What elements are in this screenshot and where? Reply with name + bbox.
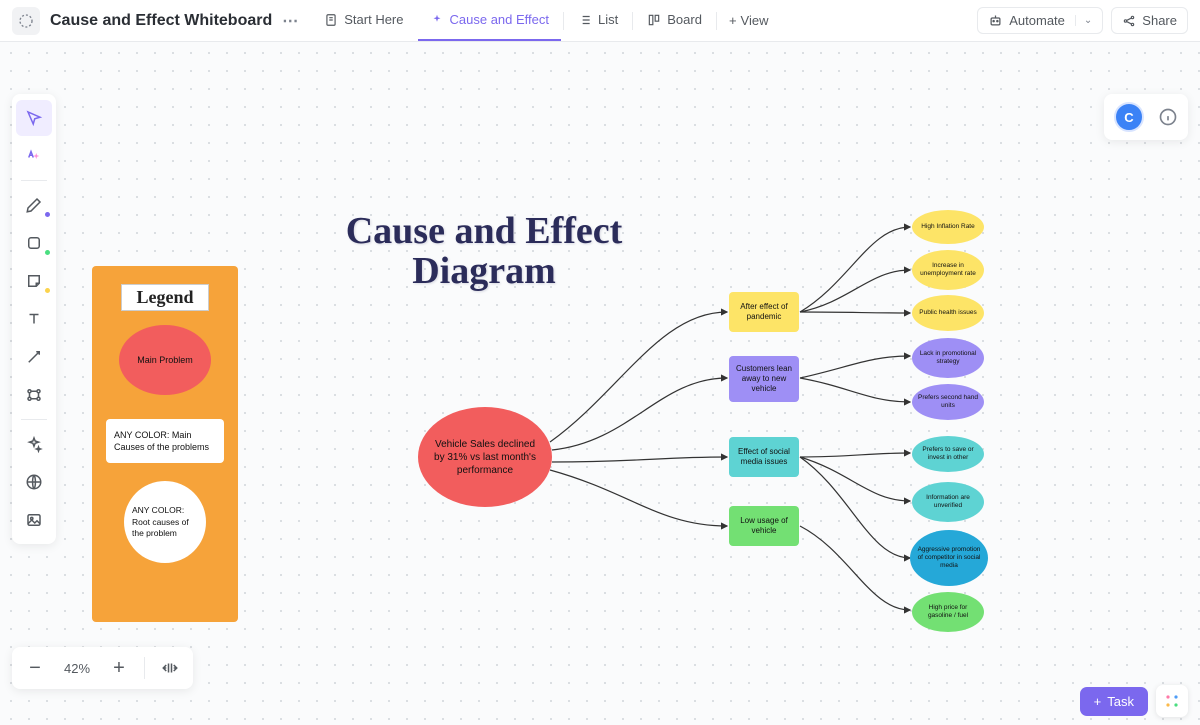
automate-label: Automate — [1009, 13, 1065, 28]
root-node[interactable]: Public health issues — [912, 295, 984, 331]
share-button[interactable]: Share — [1111, 7, 1188, 34]
task-button[interactable]: + Task — [1080, 687, 1148, 716]
legend-main-problem: Main Problem — [119, 325, 211, 395]
doc-page-icon — [324, 13, 338, 27]
legend-panel[interactable]: Legend Main Problem ANY COLOR: Main Caus… — [92, 266, 238, 622]
legend-title: Legend — [121, 284, 209, 311]
main-problem-node[interactable]: Vehicle Sales declined by 31% vs last mo… — [418, 407, 552, 507]
more-icon[interactable]: ⋯ — [276, 11, 304, 31]
tab-start-here[interactable]: Start Here — [312, 0, 415, 41]
zoom-out-button[interactable]: − — [20, 653, 50, 683]
chevron-down-icon[interactable]: ⌄ — [1075, 15, 1092, 26]
cause-node[interactable]: After effect of pandemic — [729, 292, 799, 332]
doc-title[interactable]: Cause and Effect Whiteboard — [50, 12, 272, 30]
share-label: Share — [1142, 13, 1177, 28]
cause-node[interactable]: Effect of social media issues — [729, 437, 799, 477]
plus-icon: + — [1094, 694, 1102, 709]
tab-list[interactable]: List — [566, 0, 630, 41]
task-label: Task — [1107, 694, 1134, 709]
root-node[interactable]: Prefers to save or invest in other — [912, 436, 984, 472]
divider — [144, 657, 145, 679]
tab-board[interactable]: Board — [635, 0, 714, 41]
root-node[interactable]: Aggressive promotion of competitor in so… — [910, 530, 988, 586]
root-node[interactable]: Lack in promotional strategy — [912, 338, 984, 378]
zoom-bar: − 42% + — [12, 647, 193, 689]
tab-label: Cause and Effect — [450, 12, 550, 27]
tab-label: List — [598, 12, 618, 27]
root-node[interactable]: Prefers second hand units — [912, 384, 984, 420]
legend-main-causes: ANY COLOR: Main Causes of the problems — [106, 419, 224, 463]
fit-width-button[interactable] — [155, 653, 185, 683]
diagram-title[interactable]: Cause and Effect Diagram — [334, 212, 634, 292]
header-bar: Cause and Effect Whiteboard ⋯ Start Here… — [0, 0, 1200, 42]
plus-icon: + — [729, 13, 737, 28]
canvas[interactable]: C Cause and Effect Diagram Legend Main P… — [0, 42, 1200, 725]
zoom-percent[interactable]: 42% — [60, 661, 94, 676]
divider — [716, 12, 717, 30]
legend-root-causes: ANY COLOR: Root causes of the problem — [124, 481, 206, 563]
cause-node[interactable]: Customers lean away to new vehicle — [729, 356, 799, 402]
apps-button[interactable] — [1156, 685, 1188, 717]
root-node[interactable]: Information are unverified — [912, 482, 984, 522]
doc-icon — [12, 7, 40, 35]
root-node[interactable]: High Inflation Rate — [912, 210, 984, 244]
sparkle-icon — [430, 13, 444, 27]
view-tabs: Start Here Cause and Effect List Board +… — [312, 0, 778, 41]
tab-label: Start Here — [344, 12, 403, 27]
root-node[interactable]: Increase in unemployment rate — [912, 250, 984, 290]
divider — [632, 12, 633, 30]
divider — [563, 12, 564, 30]
robot-icon — [988, 13, 1003, 28]
tab-label: Board — [667, 12, 702, 27]
cause-node[interactable]: Low usage of vehicle — [729, 506, 799, 546]
share-icon — [1122, 14, 1136, 28]
automate-button[interactable]: Automate ⌄ — [977, 7, 1103, 34]
view-label: View — [741, 13, 769, 28]
bottom-right-actions: + Task — [1080, 685, 1188, 717]
root-node[interactable]: High price for gasoline / fuel — [912, 592, 984, 632]
whiteboard-content: Cause and Effect Diagram Legend Main Pro… — [0, 42, 1200, 725]
zoom-in-button[interactable]: + — [104, 653, 134, 683]
tab-cause-effect[interactable]: Cause and Effect — [418, 0, 562, 41]
add-view-button[interactable]: + View — [719, 13, 779, 28]
board-icon — [647, 13, 661, 27]
list-icon — [578, 13, 592, 27]
apps-grid-icon — [1164, 693, 1180, 709]
